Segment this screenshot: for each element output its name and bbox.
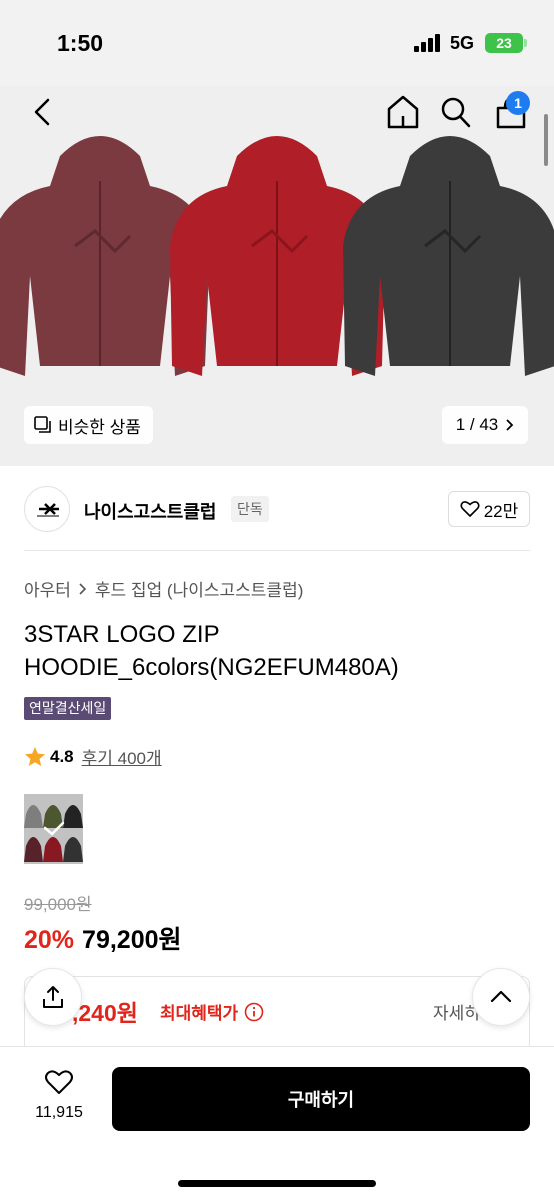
star-icon bbox=[25, 746, 45, 766]
original-price: 99,000원 bbox=[24, 895, 92, 914]
similar-products-button[interactable]: 비슷한 상품 bbox=[24, 406, 153, 444]
brand-name[interactable]: 나이스고스트클럽 bbox=[84, 498, 216, 524]
max-benefit-label[interactable]: 최대혜택가 bbox=[160, 999, 264, 1024]
share-icon bbox=[43, 986, 63, 1008]
product-like-count: 11,915 bbox=[35, 1104, 83, 1121]
cart-count-badge: 1 bbox=[506, 91, 530, 115]
home-button[interactable] bbox=[386, 94, 420, 130]
brand-logo[interactable] bbox=[24, 486, 70, 532]
brand-row: 나이스고스트클럽 단독 22만 bbox=[24, 486, 530, 532]
rating-row: 4.8 후기 400개 bbox=[24, 744, 162, 769]
brand-logo-icon bbox=[37, 503, 59, 517]
share-button[interactable] bbox=[24, 968, 82, 1026]
breadcrumb: 아우터 후드 집업 (나이스고스트클럽) bbox=[24, 576, 303, 601]
rating-score: 4.8 bbox=[50, 746, 74, 766]
brand-like-count: 22만 bbox=[483, 501, 519, 521]
status-time: 1:50 bbox=[57, 30, 104, 56]
heart-icon bbox=[45, 1070, 73, 1094]
chevron-right-icon bbox=[79, 582, 87, 595]
battery-icon: 23 bbox=[485, 33, 527, 53]
search-button[interactable] bbox=[440, 95, 472, 129]
price-row: 20% 79,200원 bbox=[24, 920, 182, 956]
product-title: 3STAR LOGO ZIP HOODIE_6colors(NG2EFUM480… bbox=[24, 621, 399, 681]
info-icon[interactable] bbox=[244, 1002, 264, 1022]
network-type: 5G bbox=[450, 33, 475, 53]
chevron-left-icon bbox=[34, 98, 50, 126]
heart-icon bbox=[460, 501, 480, 517]
breadcrumb-subcategory[interactable]: 후드 집업 (나이스고스트클럽) bbox=[95, 576, 303, 601]
chevron-right-icon bbox=[506, 419, 514, 431]
scroll-top-button[interactable] bbox=[472, 968, 530, 1026]
chevron-up-icon bbox=[490, 990, 512, 1003]
home-icon bbox=[387, 95, 419, 129]
brand-like-button[interactable]: 22만 bbox=[448, 491, 530, 527]
back-button[interactable] bbox=[28, 96, 58, 128]
scrollbar bbox=[544, 114, 548, 166]
sale-badge: 연말결산세일 bbox=[24, 697, 112, 720]
exclusive-tag: 단독 bbox=[231, 496, 269, 522]
similar-label: 비슷한 상품 bbox=[58, 417, 141, 437]
status-bar: 1:50 5G 23 bbox=[0, 0, 554, 86]
signal-icon bbox=[414, 34, 440, 52]
product-image bbox=[0, 136, 554, 376]
discount-rate: 20% bbox=[24, 926, 75, 954]
thumbnail-image bbox=[24, 794, 83, 864]
max-benefit-label-text: 최대혜택가 bbox=[160, 1004, 239, 1023]
home-indicator bbox=[178, 1180, 376, 1187]
sale-price: 79,200원 bbox=[82, 926, 182, 954]
product-like-button[interactable]: 11,915 bbox=[24, 1068, 94, 1122]
similar-icon bbox=[34, 416, 51, 433]
breadcrumb-category[interactable]: 아우터 bbox=[24, 576, 71, 601]
search-icon bbox=[441, 97, 471, 128]
divider bbox=[24, 550, 530, 551]
page-indicator-text: 1 / 43 bbox=[455, 415, 499, 434]
color-option-thumbnail[interactable] bbox=[24, 794, 83, 864]
review-link[interactable]: 후기 400개 bbox=[82, 744, 162, 769]
gallery-page-indicator[interactable]: 1 / 43 bbox=[442, 406, 528, 444]
buy-button[interactable]: 구매하기 bbox=[112, 1067, 530, 1131]
